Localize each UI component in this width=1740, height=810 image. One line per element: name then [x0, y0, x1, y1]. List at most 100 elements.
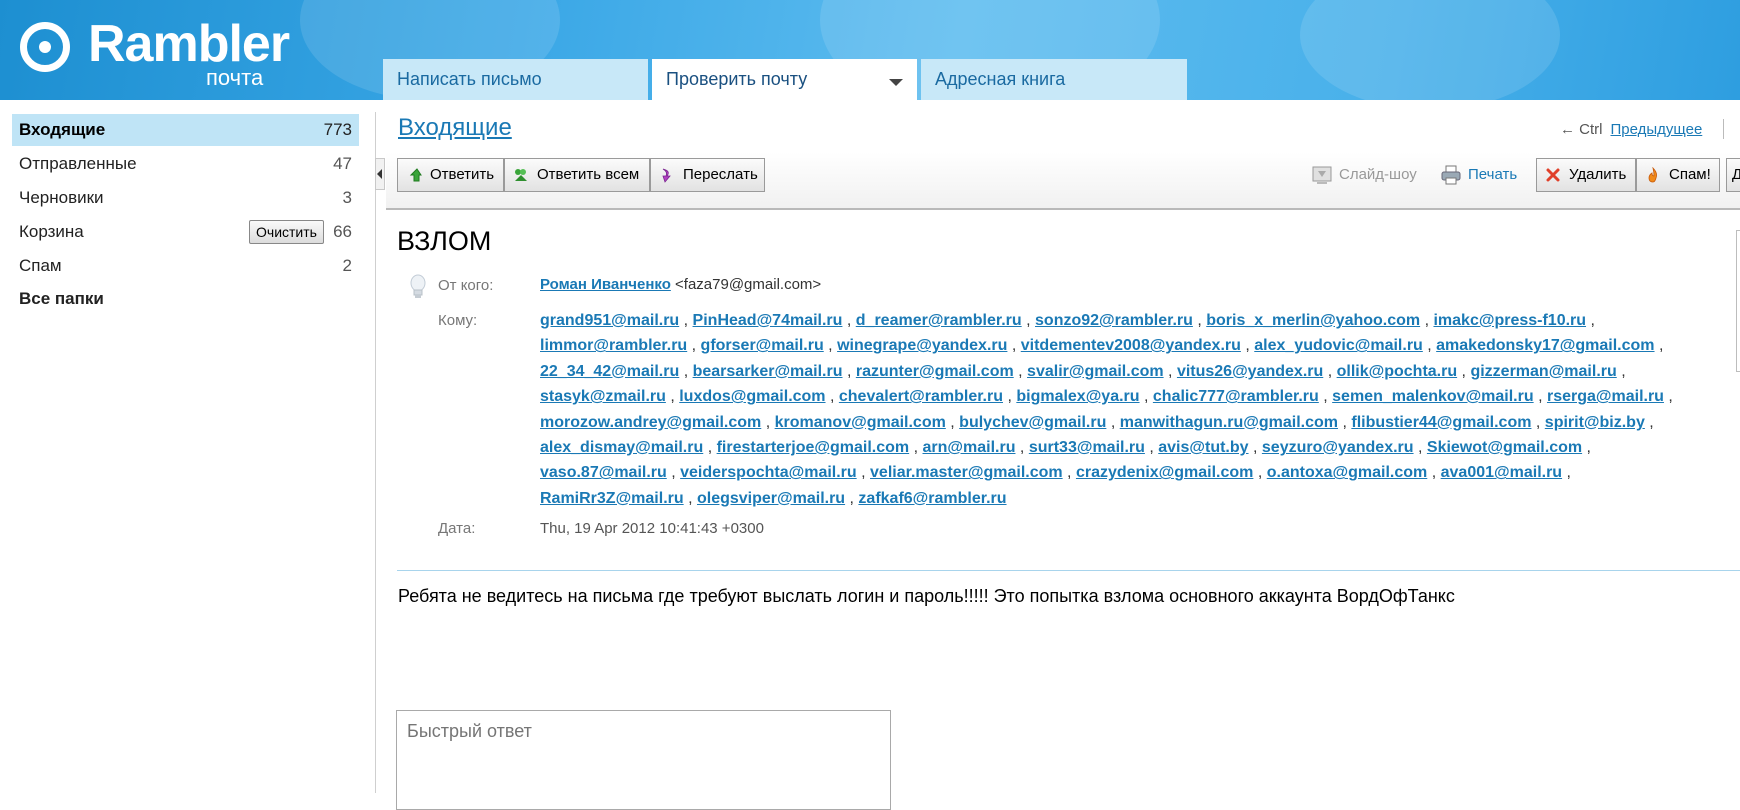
recipient-link[interactable]: manwithagun.ru@gmail.com [1120, 414, 1338, 431]
folder-label: Черновики [19, 188, 104, 207]
recipient-separator: , [1013, 362, 1028, 380]
recipient-link[interactable]: boris_x_merlin@yahoo.com [1206, 312, 1420, 329]
message-subject: ВЗЛОМ [397, 226, 492, 256]
recipient-link[interactable]: firestarterjoe@gmail.com [717, 439, 910, 456]
folder-title[interactable]: Входящие [398, 114, 512, 142]
recipient-link[interactable]: PinHead@74mail.ru [693, 312, 843, 329]
recipient-link[interactable]: Skiewot@gmail.com [1427, 439, 1582, 456]
recipient-link[interactable]: gizzerman@mail.ru [1470, 363, 1616, 380]
forward-button[interactable]: Переслать [650, 158, 765, 192]
recipient-link[interactable]: gforser@mail.ru [701, 337, 824, 354]
recipient-link[interactable]: bearsarker@mail.ru [693, 363, 843, 380]
more-label: Д [1732, 166, 1740, 183]
recipient-separator: , [1413, 439, 1427, 457]
recipient-link[interactable]: svalir@gmail.com [1027, 363, 1164, 380]
recipient-separator: , [825, 388, 839, 406]
recipient-list: grand951@mail.ru , PinHead@74mail.ru , d… [540, 308, 1700, 511]
folder-all[interactable]: Все папки [12, 283, 359, 315]
recipient-separator: , [703, 439, 717, 457]
recipient-link[interactable]: vitus26@yandex.ru [1177, 363, 1323, 380]
recipient-separator: , [1420, 312, 1434, 329]
recipient-link[interactable]: grand951@mail.ru [540, 312, 679, 329]
recipient-link[interactable]: rserga@mail.ru [1547, 388, 1664, 405]
delete-button[interactable]: Удалить [1536, 158, 1636, 192]
recipient-link[interactable]: bigmalex@ya.ru [1016, 388, 1139, 405]
recipient-link[interactable]: imakc@press-f10.ru [1433, 312, 1586, 329]
folder-label: Корзина [19, 222, 84, 241]
recipient-link[interactable]: semen_malenkov@mail.ru [1332, 388, 1533, 405]
slideshow-button[interactable]: Слайд-шоу [1312, 166, 1417, 184]
clear-trash-button[interactable]: Очистить [249, 220, 324, 244]
recipient-link[interactable]: chevalert@rambler.ru [839, 388, 1003, 405]
folder-label: Все папки [19, 289, 104, 308]
recipient-link[interactable]: arn@mail.ru [923, 439, 1016, 456]
reply-button[interactable]: Ответить [397, 158, 504, 192]
folder-inbox[interactable]: Входящие 773 [12, 114, 359, 146]
rambler-logo[interactable]: Rambler почта [18, 15, 318, 93]
recipient-link[interactable]: veliar.master@gmail.com [870, 464, 1063, 481]
recipient-link[interactable]: avis@tut.by [1158, 439, 1248, 456]
sidebar: Входящие 773 Отправленные 47 Черновики 3… [0, 100, 375, 793]
sender-name[interactable]: Роман Иванченко [540, 276, 671, 293]
recipient-separator: , [1248, 439, 1262, 457]
print-button[interactable]: Печать [1441, 165, 1518, 185]
recipient-link[interactable]: chalic777@rambler.ru [1153, 388, 1319, 405]
recipient-link[interactable]: veiderspochta@mail.ru [680, 464, 857, 481]
more-button[interactable]: Д [1726, 158, 1740, 192]
recipient-link[interactable]: luxdos@gmail.com [679, 388, 825, 405]
chevron-down-icon[interactable] [889, 79, 903, 86]
recipient-link[interactable]: alex_dismay@mail.ru [540, 439, 703, 456]
recipient-link[interactable]: alex_yudovic@mail.ru [1254, 337, 1423, 354]
recipient-link[interactable]: ava001@mail.ru [1441, 464, 1562, 481]
recipient-link[interactable]: zafkaf6@rambler.ru [858, 490, 1006, 507]
spam-button[interactable]: Спам! [1636, 158, 1720, 192]
recipient-link[interactable]: limmor@rambler.ru [540, 337, 687, 354]
recipient-separator: , [1644, 413, 1654, 431]
tab-compose[interactable]: Написать письмо [383, 59, 648, 100]
recipient-separator: , [1144, 439, 1159, 457]
recipient-separator: , [679, 362, 693, 380]
recipient-link[interactable]: vitdementev2008@yandex.ru [1021, 337, 1241, 354]
recipient-link[interactable]: 22_34_42@mail.ru [540, 363, 679, 380]
recipient-link[interactable]: RamiRr3Z@mail.ru [540, 490, 684, 507]
recipient-separator: , [909, 439, 923, 457]
recipient-separator: , [842, 362, 856, 380]
recipient-link[interactable]: amakedonsky17@gmail.com [1436, 337, 1654, 354]
folder-sent[interactable]: Отправленные 47 [12, 148, 359, 180]
recipient-link[interactable]: crazydenix@gmail.com [1076, 464, 1253, 481]
recipient-link[interactable]: winegrape@yandex.ru [837, 337, 1007, 354]
folder-drafts[interactable]: Черновики 3 [12, 182, 359, 214]
lightbulb-icon [410, 274, 426, 298]
recipient-link[interactable]: razunter@gmail.com [856, 363, 1014, 380]
to-label: Кому: [438, 312, 478, 329]
recipient-link[interactable]: stasyk@zmail.ru [540, 388, 666, 405]
recipient-link[interactable]: vaso.87@mail.ru [540, 464, 667, 481]
recipient-link[interactable]: kromanov@gmail.com [775, 414, 946, 431]
previous-message-link[interactable]: Предыдущее [1611, 121, 1703, 138]
print-label: Печать [1468, 166, 1518, 183]
attachment-panel-edge [1736, 230, 1740, 372]
folder-label: Спам [19, 256, 62, 275]
collapse-sidebar-icon[interactable] [375, 158, 385, 190]
recipient-link[interactable]: o.antoxa@gmail.com [1267, 464, 1428, 481]
quick-reply-input[interactable] [396, 710, 891, 810]
tab-check-mail[interactable]: Проверить почту [652, 59, 917, 100]
recipient-separator: , [1663, 388, 1673, 406]
recipient-separator: , [666, 464, 681, 482]
message-date: Thu, 19 Apr 2012 10:41:43 +0300 [540, 520, 764, 537]
recipient-link[interactable]: bulychev@gmail.ru [959, 414, 1106, 431]
tab-address-book[interactable]: Адресная книга [921, 59, 1187, 100]
recipient-link[interactable]: seyzuro@yandex.ru [1262, 439, 1414, 456]
recipient-link[interactable]: flibustier44@gmail.com [1351, 414, 1531, 431]
recipient-separator: , [1654, 337, 1664, 355]
folder-spam[interactable]: Спам 2 [12, 250, 359, 282]
recipient-link[interactable]: ollik@pochta.ru [1337, 363, 1458, 380]
recipient-link[interactable]: d_reamer@rambler.ru [856, 312, 1022, 329]
recipient-link[interactable]: olegsviper@mail.ru [697, 490, 845, 507]
recipient-link[interactable]: sonzo92@rambler.ru [1035, 312, 1193, 329]
reply-all-button[interactable]: Ответить всем [504, 158, 650, 192]
recipient-separator: , [845, 489, 859, 507]
recipient-link[interactable]: morozow.andrey@gmail.com [540, 414, 761, 431]
recipient-link[interactable]: surt33@mail.ru [1029, 439, 1145, 456]
recipient-link[interactable]: spirit@biz.by [1545, 414, 1645, 431]
